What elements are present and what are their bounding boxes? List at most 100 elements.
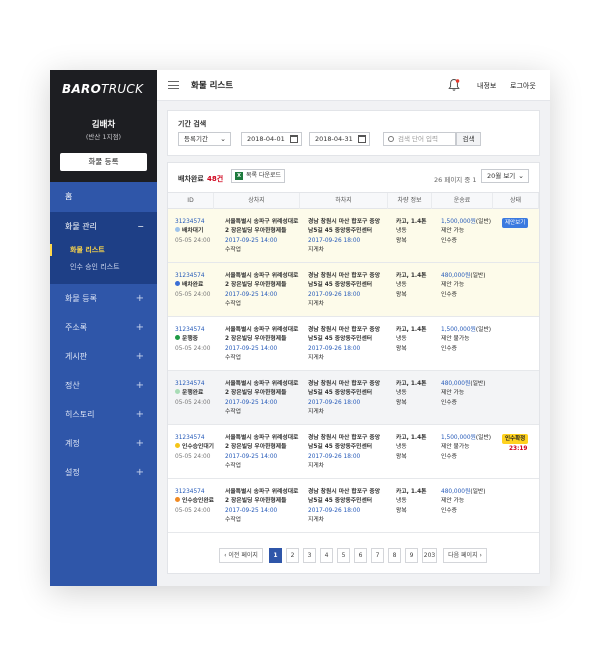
cargo-id-link[interactable]: 31234574	[175, 488, 214, 497]
fee-cell: 480,000원(일반) 제안 가능 인수증	[441, 488, 486, 516]
sidebar-item[interactable]: 히스토리 +	[50, 400, 157, 429]
page-size-select[interactable]: 20월 보기 ⌄	[481, 169, 529, 183]
table-row[interactable]: 31234574 배차대기 05-05 24:00 서울특별시 송파구 위례성대로 2 …	[168, 209, 539, 263]
id-cell: 31234574 인수승인대기 05-05 24:00	[175, 434, 214, 462]
fee-receipt: 인수증	[441, 507, 457, 514]
page-number-button[interactable]: 1	[269, 548, 282, 563]
plus-icon[interactable]: +	[136, 371, 144, 400]
fee-cell: 1,500,000원(일반) 제안 불가능 인수증	[441, 326, 491, 354]
prev-page-button[interactable]: ‹ 이전 페이지	[219, 548, 263, 563]
calendar-icon[interactable]	[290, 135, 298, 143]
cargo-id-link[interactable]: 31234574	[175, 326, 210, 335]
sidebar-item-label: 설정	[65, 468, 80, 477]
vehicle-trip: 왕복	[396, 507, 407, 514]
status-text: 운행완료	[175, 389, 210, 398]
page-number-button[interactable]: 8	[388, 548, 401, 563]
fee-proposal: 제안 불가능	[441, 444, 470, 451]
deadline-date: 05-05 24:00	[175, 291, 211, 298]
cargo-id-link[interactable]: 31234574	[175, 218, 210, 227]
page-size-value: 20월 보기	[487, 172, 516, 180]
logo[interactable]: BAROTRUCK	[62, 82, 143, 96]
sidebar-item[interactable]: 계정 +	[50, 429, 157, 458]
search-button[interactable]: 검색	[456, 132, 481, 146]
status-label: 배차대기	[182, 228, 204, 235]
plus-icon[interactable]: +	[136, 458, 144, 487]
cargo-id-link[interactable]: 31234574	[175, 380, 210, 389]
status-action-button[interactable]: 제안보기	[502, 218, 529, 228]
sidebar-sub-cargo-list[interactable]: 화물 리스트	[50, 242, 157, 259]
register-cargo-button[interactable]: 화물 등록	[60, 153, 147, 171]
sidebar-item-home[interactable]: 홈	[50, 182, 157, 212]
deadline-date: 05-05 24:00	[175, 399, 211, 406]
plus-icon[interactable]: +	[136, 429, 144, 458]
load-cell: 서울특별시 송파구 위례성대로 2 장은빌딩 우아한형제들 2017-09-25 1…	[225, 434, 298, 471]
status-dot-icon	[175, 281, 180, 287]
vehicle-cell: 카고, 1.4톤 냉동 왕복	[396, 380, 427, 408]
calendar-icon[interactable]	[358, 135, 366, 143]
page-info: 26 페이지 중 1	[434, 176, 477, 184]
cargo-id-link[interactable]: 31234574	[175, 272, 210, 281]
next-page-button[interactable]: 다음 페이지 ›	[443, 548, 487, 563]
table-row[interactable]: 31234574 운행완료 05-05 24:00 서울특별시 송파구 위례성대로 2 …	[168, 371, 539, 425]
fee-proposal: 제안 가능	[441, 282, 465, 289]
result-count: 48건	[207, 175, 224, 183]
page-number-button[interactable]: 3	[303, 548, 316, 563]
status-action-button[interactable]: 인수확정	[502, 434, 529, 444]
plus-icon[interactable]: +	[136, 400, 144, 429]
sidebar-sub-approval-list[interactable]: 인수 승인 리스트	[50, 259, 157, 276]
status-text: 배차대기	[175, 227, 210, 236]
fee-amount: 480,000원	[441, 489, 471, 495]
chevron-down-icon: ⌄	[518, 172, 524, 180]
load-time: 2017-09-25 14:00	[225, 399, 278, 406]
sidebar-item[interactable]: 설정 +	[50, 458, 157, 487]
collapse-icon[interactable]: −	[137, 212, 144, 242]
vehicle-temp: 냉동	[396, 390, 407, 397]
page-number-button[interactable]: 4	[320, 548, 333, 563]
status-label: 인수승인대기	[182, 444, 214, 451]
page-number-button[interactable]: 9	[405, 548, 418, 563]
page-number-button[interactable]: 203	[422, 548, 437, 563]
status-dot-icon	[175, 389, 180, 395]
vehicle-cell: 카고, 1.4톤 냉동 왕복	[396, 434, 427, 462]
unload-address: 남5길 45 중앙동주민센터	[308, 282, 373, 289]
unload-time: 2017-09-26 18:00	[308, 237, 361, 244]
menu-icon[interactable]	[168, 81, 179, 89]
page-number-button[interactable]: 5	[337, 548, 350, 563]
page-number-button[interactable]: 2	[286, 548, 299, 563]
id-cell: 31234574 배차완료 05-05 24:00	[175, 272, 210, 300]
my-info-link[interactable]: 내정보	[477, 81, 496, 91]
date-to-field[interactable]: 2018-04-31	[309, 132, 370, 146]
page-number-button[interactable]: 6	[354, 548, 367, 563]
excel-download-button[interactable]: X 목록 다운로드	[231, 169, 285, 183]
keyword-search-input[interactable]: 검색 단어 입력	[383, 132, 456, 146]
cargo-id-link[interactable]: 31234574	[175, 434, 214, 443]
bell-icon[interactable]	[448, 78, 460, 92]
sidebar-item[interactable]: 화물 등록 +	[50, 284, 157, 313]
column-header: 상차지	[214, 193, 300, 209]
date-from-field[interactable]: 2018-04-01	[241, 132, 302, 146]
sidebar-header: BAROTRUCK 김배차 (반산 1지점) 화물 등록	[50, 70, 157, 182]
plus-icon[interactable]: +	[136, 284, 144, 313]
table-row[interactable]: 31234574 배차완료 05-05 24:00 서울특별시 송파구 위례성대로 2 …	[168, 263, 539, 317]
sidebar-item[interactable]: 정산 +	[50, 371, 157, 400]
page-number-button[interactable]: 7	[371, 548, 384, 563]
sidebar-item[interactable]: 게시판 +	[50, 342, 157, 371]
date-from-value: 2018-04-01	[247, 135, 285, 143]
fee-type: (일반)	[475, 435, 492, 441]
period-type-select[interactable]: 등록기간 ⌄	[178, 132, 231, 146]
load-cell: 서울특별시 송파구 위례성대로 2 장은빌딩 우아한형제들 2017-09-25 1…	[225, 380, 298, 417]
fee-receipt: 인수증	[441, 399, 457, 406]
fee-proposal: 제안 가능	[441, 228, 465, 235]
column-header: ID	[168, 193, 214, 209]
table-row[interactable]: 31234574 운행중 05-05 24:00 서울특별시 송파구 위례성대로 2 장…	[168, 317, 539, 371]
plus-icon[interactable]: +	[136, 313, 144, 342]
table-row[interactable]: 31234574 인수승인완료 05-05 24:00 서울특별시 송파구 위례성대로…	[168, 479, 539, 533]
plus-icon[interactable]: +	[136, 342, 144, 371]
logout-link[interactable]: 로그아웃	[510, 81, 536, 91]
load-method: 수작업	[225, 354, 241, 361]
table-row[interactable]: 31234574 인수승인대기 05-05 24:00 서울특별시 송파구 위례성대로…	[168, 425, 539, 479]
sidebar-item[interactable]: 주소록 +	[50, 313, 157, 342]
fee-line: 480,000원(일반)	[441, 272, 486, 281]
sidebar-group-head[interactable]: 화물 관리 −	[50, 212, 157, 242]
top-header: 화물 리스트 내정보 로그아웃	[157, 70, 550, 101]
